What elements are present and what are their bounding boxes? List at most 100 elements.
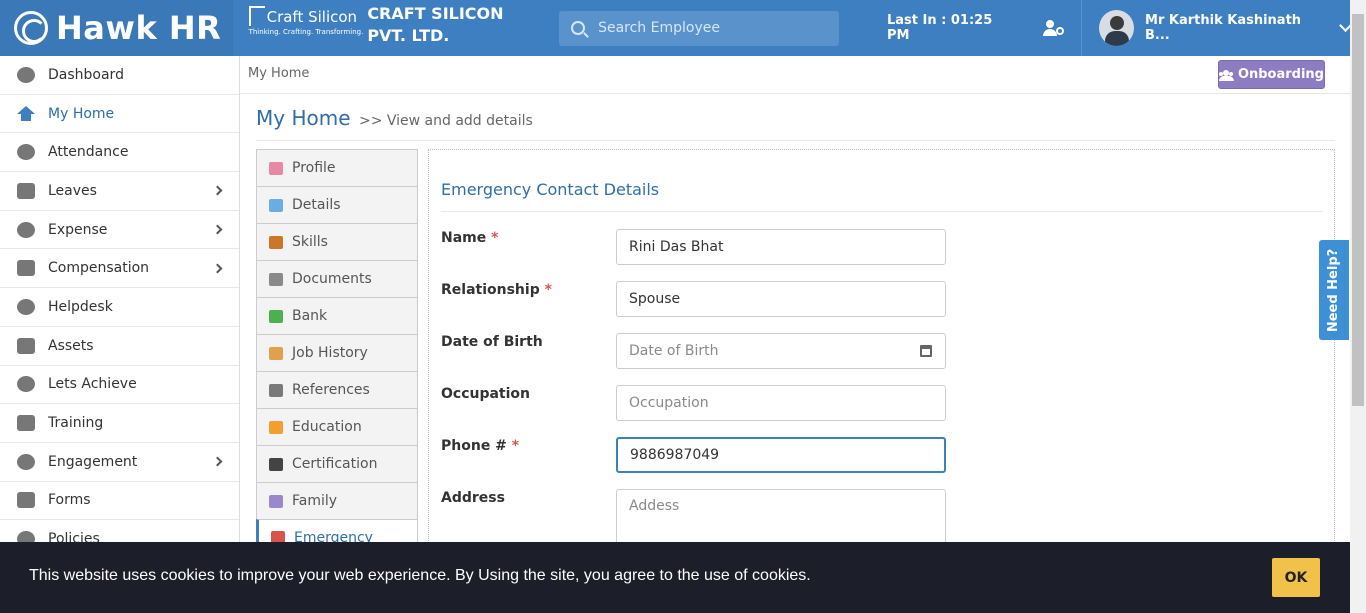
page-header: My Home >> View and add details (256, 106, 1335, 141)
chevron-right-icon (212, 224, 223, 235)
tab-profile[interactable]: Profile (256, 149, 418, 186)
graduation-cap-icon (269, 457, 283, 471)
sidebar-item-expense[interactable]: Expense (0, 211, 239, 250)
chevron-right-icon (212, 185, 223, 196)
breadcrumb[interactable]: My Home (248, 66, 309, 81)
phone-field[interactable] (616, 437, 946, 473)
tab-references[interactable]: References (256, 371, 418, 408)
last-in-status: Last In : 01:25 PM (887, 13, 1015, 43)
breadcrumb-bar: My Home Onboarding (240, 56, 1350, 94)
sidebar-item-label: Expense (48, 221, 108, 238)
tab-label: Education (292, 419, 362, 435)
hawk-logo-icon (14, 11, 48, 45)
sidebar-item-lets-achieve[interactable]: Lets Achieve (0, 366, 239, 405)
sidebar-item-compensation[interactable]: Compensation (0, 249, 239, 289)
tab-bank[interactable]: Bank (256, 297, 418, 334)
sidebar-item-label: Assets (48, 337, 94, 354)
tab-documents[interactable]: Documents (256, 260, 418, 297)
tab-education[interactable]: Education (256, 408, 418, 445)
tab-label: Skills (292, 234, 328, 250)
tab-label: Family (292, 493, 338, 509)
sidebar-item-dashboard[interactable]: Dashboard (0, 56, 239, 95)
tab-certification[interactable]: Certification (256, 445, 418, 482)
credit-card-icon (17, 221, 35, 238)
sidebar-item-attendance[interactable]: Attendance (0, 133, 239, 173)
address-field[interactable] (616, 489, 946, 545)
sidebar-item-label: Training (48, 415, 104, 432)
onboarding-button-label: Onboarding (1237, 67, 1324, 82)
required-marker: * (491, 230, 499, 246)
family-icon (269, 494, 283, 508)
header-divider (1081, 0, 1083, 56)
user-leave-icon (17, 182, 35, 199)
relationship-field[interactable] (616, 281, 946, 317)
sidebar-item-label: Attendance (48, 144, 129, 161)
tab-label: Certification (292, 456, 378, 472)
craft-silicon-logo-icon (248, 6, 265, 26)
tab-job-history[interactable]: Job History (256, 334, 418, 371)
folder-icon (269, 272, 283, 286)
name-label: Name * (441, 230, 499, 246)
occupation-label: Occupation (441, 386, 531, 402)
sidebar-item-helpdesk[interactable]: Helpdesk (0, 288, 239, 327)
sidebar-item-engagement[interactable]: Engagement (0, 443, 239, 482)
chat-icon (17, 298, 35, 315)
emergency-contact-panel: Emergency Contact Details Name * Relatio… (428, 149, 1335, 569)
history-icon (269, 346, 283, 360)
sidebar-item-label: Engagement (48, 453, 138, 470)
form-title: Emergency Contact Details (441, 180, 660, 199)
cookie-ok-button[interactable]: OK (1272, 558, 1320, 597)
sidebar-item-training[interactable]: Training (0, 404, 239, 443)
avatar[interactable] (1099, 10, 1135, 46)
sidebar: Dashboard My Home Attendance Leaves Expense C… (0, 56, 240, 613)
company-logo: Craft Silicon Thinking. Crafting. Transf… (248, 6, 363, 36)
bank-icon (269, 309, 283, 323)
cookie-text: This website uses cookies to improve you… (29, 567, 811, 584)
tab-label: Details (292, 197, 341, 213)
occupation-field[interactable] (616, 385, 946, 421)
tab-label: References (292, 382, 370, 398)
dashboard-icon (17, 66, 35, 83)
relationship-label: Relationship * (441, 282, 552, 298)
sidebar-item-label: Helpdesk (48, 298, 113, 315)
sidebar-item-forms[interactable]: Forms (0, 482, 239, 521)
money-icon (17, 260, 35, 277)
onboarding-button[interactable]: Onboarding (1218, 60, 1325, 89)
gear-icon (269, 235, 283, 249)
dob-field[interactable] (616, 333, 946, 369)
sidebar-item-my-home[interactable]: My Home (0, 95, 239, 134)
user-name[interactable]: Mr Karthik Kashinath B... (1145, 13, 1324, 43)
tab-label: Documents (292, 271, 372, 287)
top-bar: Hawk HR Craft Silicon Thinking. Crafting… (0, 0, 1352, 56)
profile-icon (269, 161, 283, 175)
dob-label: Date of Birth (441, 334, 543, 350)
calendar-icon[interactable] (920, 345, 932, 357)
tab-label: Bank (292, 308, 328, 324)
page-scrollbar[interactable] (1350, 0, 1366, 613)
sidebar-item-assets[interactable]: Assets (0, 327, 239, 366)
brand[interactable]: Hawk HR (0, 0, 233, 56)
page-title: My Home (256, 106, 351, 130)
sidebar-item-label: Dashboard (48, 66, 124, 83)
book-icon (269, 420, 283, 434)
last-in-label: Last In : (887, 13, 951, 28)
cookie-banner: This website uses cookies to improve you… (0, 542, 1350, 613)
tab-skills[interactable]: Skills (256, 223, 418, 260)
clock-icon (17, 144, 35, 161)
sidebar-item-leaves[interactable]: Leaves (0, 172, 239, 211)
sidebar-item-label: My Home (48, 105, 115, 122)
sidebar-item-label: Compensation (48, 260, 150, 277)
company-logo-name: Craft Silicon (266, 8, 358, 26)
need-help-tab[interactable]: Need Help? (1319, 240, 1349, 340)
scrollbar-thumb[interactable] (1352, 14, 1364, 406)
search-box[interactable] (559, 10, 839, 46)
tab-label: Profile (292, 160, 336, 176)
user-settings-icon[interactable] (1042, 20, 1064, 36)
search-input[interactable] (598, 20, 829, 36)
tab-details[interactable]: Details (256, 186, 418, 223)
chevron-right-icon (212, 456, 223, 467)
page-subtitle: >> View and add details (358, 113, 533, 129)
name-field[interactable] (616, 229, 946, 265)
tab-family[interactable]: Family (256, 482, 418, 519)
cubes-icon (17, 337, 35, 354)
